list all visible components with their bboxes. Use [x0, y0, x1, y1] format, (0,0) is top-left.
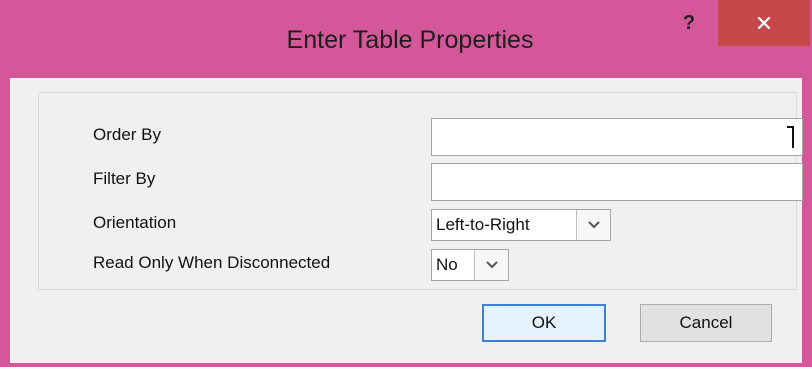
- orientation-value: Left-to-Right: [436, 215, 530, 234]
- read-only-select[interactable]: No: [431, 249, 509, 281]
- orientation-label: Orientation: [93, 213, 177, 232]
- filter-by-input[interactable]: [431, 163, 803, 201]
- cancel-button[interactable]: Cancel: [640, 304, 772, 342]
- order-by-input[interactable]: [431, 118, 803, 156]
- chevron-down-icon[interactable]: [474, 250, 508, 280]
- orientation-select[interactable]: Left-to-Right: [431, 209, 611, 241]
- order-by-label: Order By: [93, 125, 162, 144]
- read-only-value: No: [436, 255, 458, 274]
- dialog-body: Order By Filter By Orientation Left-to-R…: [10, 78, 803, 363]
- help-button[interactable]: ?: [662, 0, 716, 46]
- dialog-window: Enter Table Properties ? Order By Filter…: [0, 0, 812, 367]
- read-only-label: Read Only When Disconnected: [93, 253, 331, 272]
- ok-button[interactable]: OK: [482, 304, 606, 342]
- close-icon: [757, 16, 771, 30]
- close-button[interactable]: [718, 0, 810, 46]
- filter-by-label: Filter By: [93, 169, 156, 188]
- title-bar[interactable]: Enter Table Properties ?: [0, 0, 812, 78]
- chevron-down-icon[interactable]: [576, 210, 610, 240]
- text-caret: [787, 126, 794, 148]
- properties-group: Order By Filter By Orientation Left-to-R…: [38, 92, 803, 290]
